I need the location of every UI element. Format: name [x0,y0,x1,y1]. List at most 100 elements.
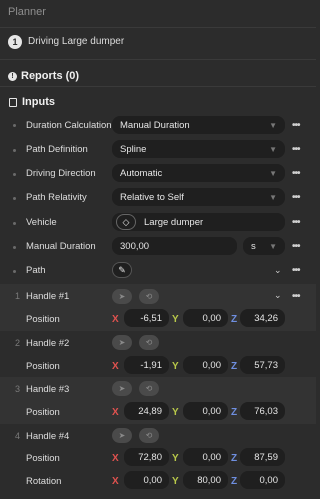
rotate-icon[interactable]: ⟲ [139,289,159,304]
position-y-input[interactable]: 0,00 [183,309,228,327]
arrow-cursor-icon[interactable]: ➤ [112,428,132,443]
position-label: Position [26,361,60,372]
y-axis-label: Y [172,453,179,464]
panel-title: Planner [8,6,46,18]
chevron-down-icon: ▼ [269,144,277,154]
more-dots-icon[interactable]: ••• [292,192,300,203]
inputs-section-title[interactable]: Inputs [22,96,55,108]
manual-duration-value: 300,00 [120,240,150,252]
manual-duration-input[interactable]: 300,00 [112,237,237,255]
z-axis-label: Z [231,314,238,325]
position-x-input[interactable]: 72,80 [124,448,169,466]
handle-index: 4 [15,431,21,441]
handle-label: Handle #4 [26,431,70,442]
position-label: Position [26,407,60,418]
row-bullet [13,197,16,200]
handle-label: Handle #2 [26,338,70,349]
row-bullet [13,222,16,225]
path-definition-label: Path Definition [26,144,88,155]
position-x-input[interactable]: 24,89 [124,402,169,420]
position-x-input[interactable]: -1,91 [124,356,169,374]
chevron-down-icon[interactable]: ⌄ [274,265,282,276]
row-bullet [13,246,16,249]
path-relativity-value: Relative to Self [120,191,184,203]
pencil-icon[interactable]: ✎ [112,262,132,278]
handle-label: Handle #1 [26,291,70,302]
position-x-input[interactable]: -6,51 [124,309,169,327]
arrow-cursor-icon[interactable]: ➤ [112,289,132,304]
path-relativity-label: Path Relativity [26,192,87,203]
rotate-icon[interactable]: ⟲ [139,381,159,396]
more-dots-icon[interactable]: ••• [292,241,300,252]
position-y-input[interactable]: 0,00 [183,448,228,466]
vehicle-value: Large dumper [144,216,204,228]
more-dots-icon[interactable]: ••• [292,168,300,179]
reports-section-title[interactable]: Reports (0) [21,70,79,82]
x-axis-label: X [112,314,119,325]
position-y-input[interactable]: 0,00 [183,356,228,374]
diamond-target-icon[interactable]: ◇ [116,214,136,230]
position-z-input[interactable]: 57,73 [240,356,285,374]
position-label: Position [26,314,60,325]
position-z-input[interactable]: 87,59 [240,448,285,466]
chevron-down-icon: ▼ [269,241,277,251]
chevron-down-icon: ▼ [269,192,277,202]
z-axis-label: Z [231,361,238,372]
step-label: Driving Large dumper [28,36,125,47]
x-axis-label: X [112,453,119,464]
y-axis-label: Y [172,314,179,325]
step-number-badge: 1 [8,35,22,49]
rotate-icon[interactable]: ⟲ [139,428,159,443]
list-icon [9,98,17,107]
duration-calculation-value: Manual Duration [120,119,190,131]
rotation-z-input[interactable]: 0,00 [240,471,285,489]
x-axis-label: X [112,361,119,372]
position-z-input[interactable]: 76,03 [240,402,285,420]
driving-direction-label: Driving Direction [26,168,96,179]
divider [0,59,316,60]
y-axis-label: Y [172,407,179,418]
more-dots-icon[interactable]: ••• [292,291,300,302]
exclamation-circle-icon: ! [8,72,17,81]
handle-label: Handle #3 [26,384,70,395]
path-label: Path [26,265,46,276]
rotation-x-input[interactable]: 0,00 [124,471,169,489]
driving-direction-select[interactable]: Automatic ▼ [112,164,285,182]
position-z-input[interactable]: 34,26 [240,309,285,327]
rotate-icon[interactable]: ⟲ [139,335,159,350]
row-bullet [13,124,16,127]
handle-index: 1 [15,291,21,301]
duration-calculation-label: Duration Calculation [26,120,112,131]
handle-index: 3 [15,384,21,394]
duration-unit-value: s [251,240,256,252]
path-relativity-select[interactable]: Relative to Self ▼ [112,188,285,206]
vehicle-field[interactable]: ◇ Large dumper [112,213,285,231]
more-dots-icon[interactable]: ••• [292,120,300,131]
arrow-cursor-icon[interactable]: ➤ [112,381,132,396]
handle-index: 2 [15,338,21,348]
rotation-label: Rotation [26,476,62,487]
more-dots-icon[interactable]: ••• [292,217,300,228]
divider [0,27,316,28]
more-dots-icon[interactable]: ••• [292,144,300,155]
divider [0,86,316,87]
z-axis-label: Z [231,453,238,464]
rotation-y-input[interactable]: 80,00 [183,471,228,489]
duration-calculation-select[interactable]: Manual Duration ▼ [112,116,285,134]
z-axis-label: Z [231,407,238,418]
position-y-input[interactable]: 0,00 [183,402,228,420]
manual-duration-label: Manual Duration [26,241,96,252]
arrow-cursor-icon[interactable]: ➤ [112,335,132,350]
path-definition-select[interactable]: Spline ▼ [112,140,285,158]
chevron-down-icon: ▼ [269,120,277,130]
path-definition-value: Spline [120,143,147,155]
more-dots-icon[interactable]: ••• [292,265,300,276]
driving-direction-value: Automatic [120,167,163,179]
y-axis-label: Y [172,361,179,372]
y-axis-label: Y [172,476,179,487]
chevron-down-icon: ▼ [269,168,277,178]
chevron-down-icon[interactable]: ⌄ [274,290,282,301]
duration-unit-select[interactable]: s ▼ [243,237,285,255]
row-bullet [13,173,16,176]
x-axis-label: X [112,476,119,487]
